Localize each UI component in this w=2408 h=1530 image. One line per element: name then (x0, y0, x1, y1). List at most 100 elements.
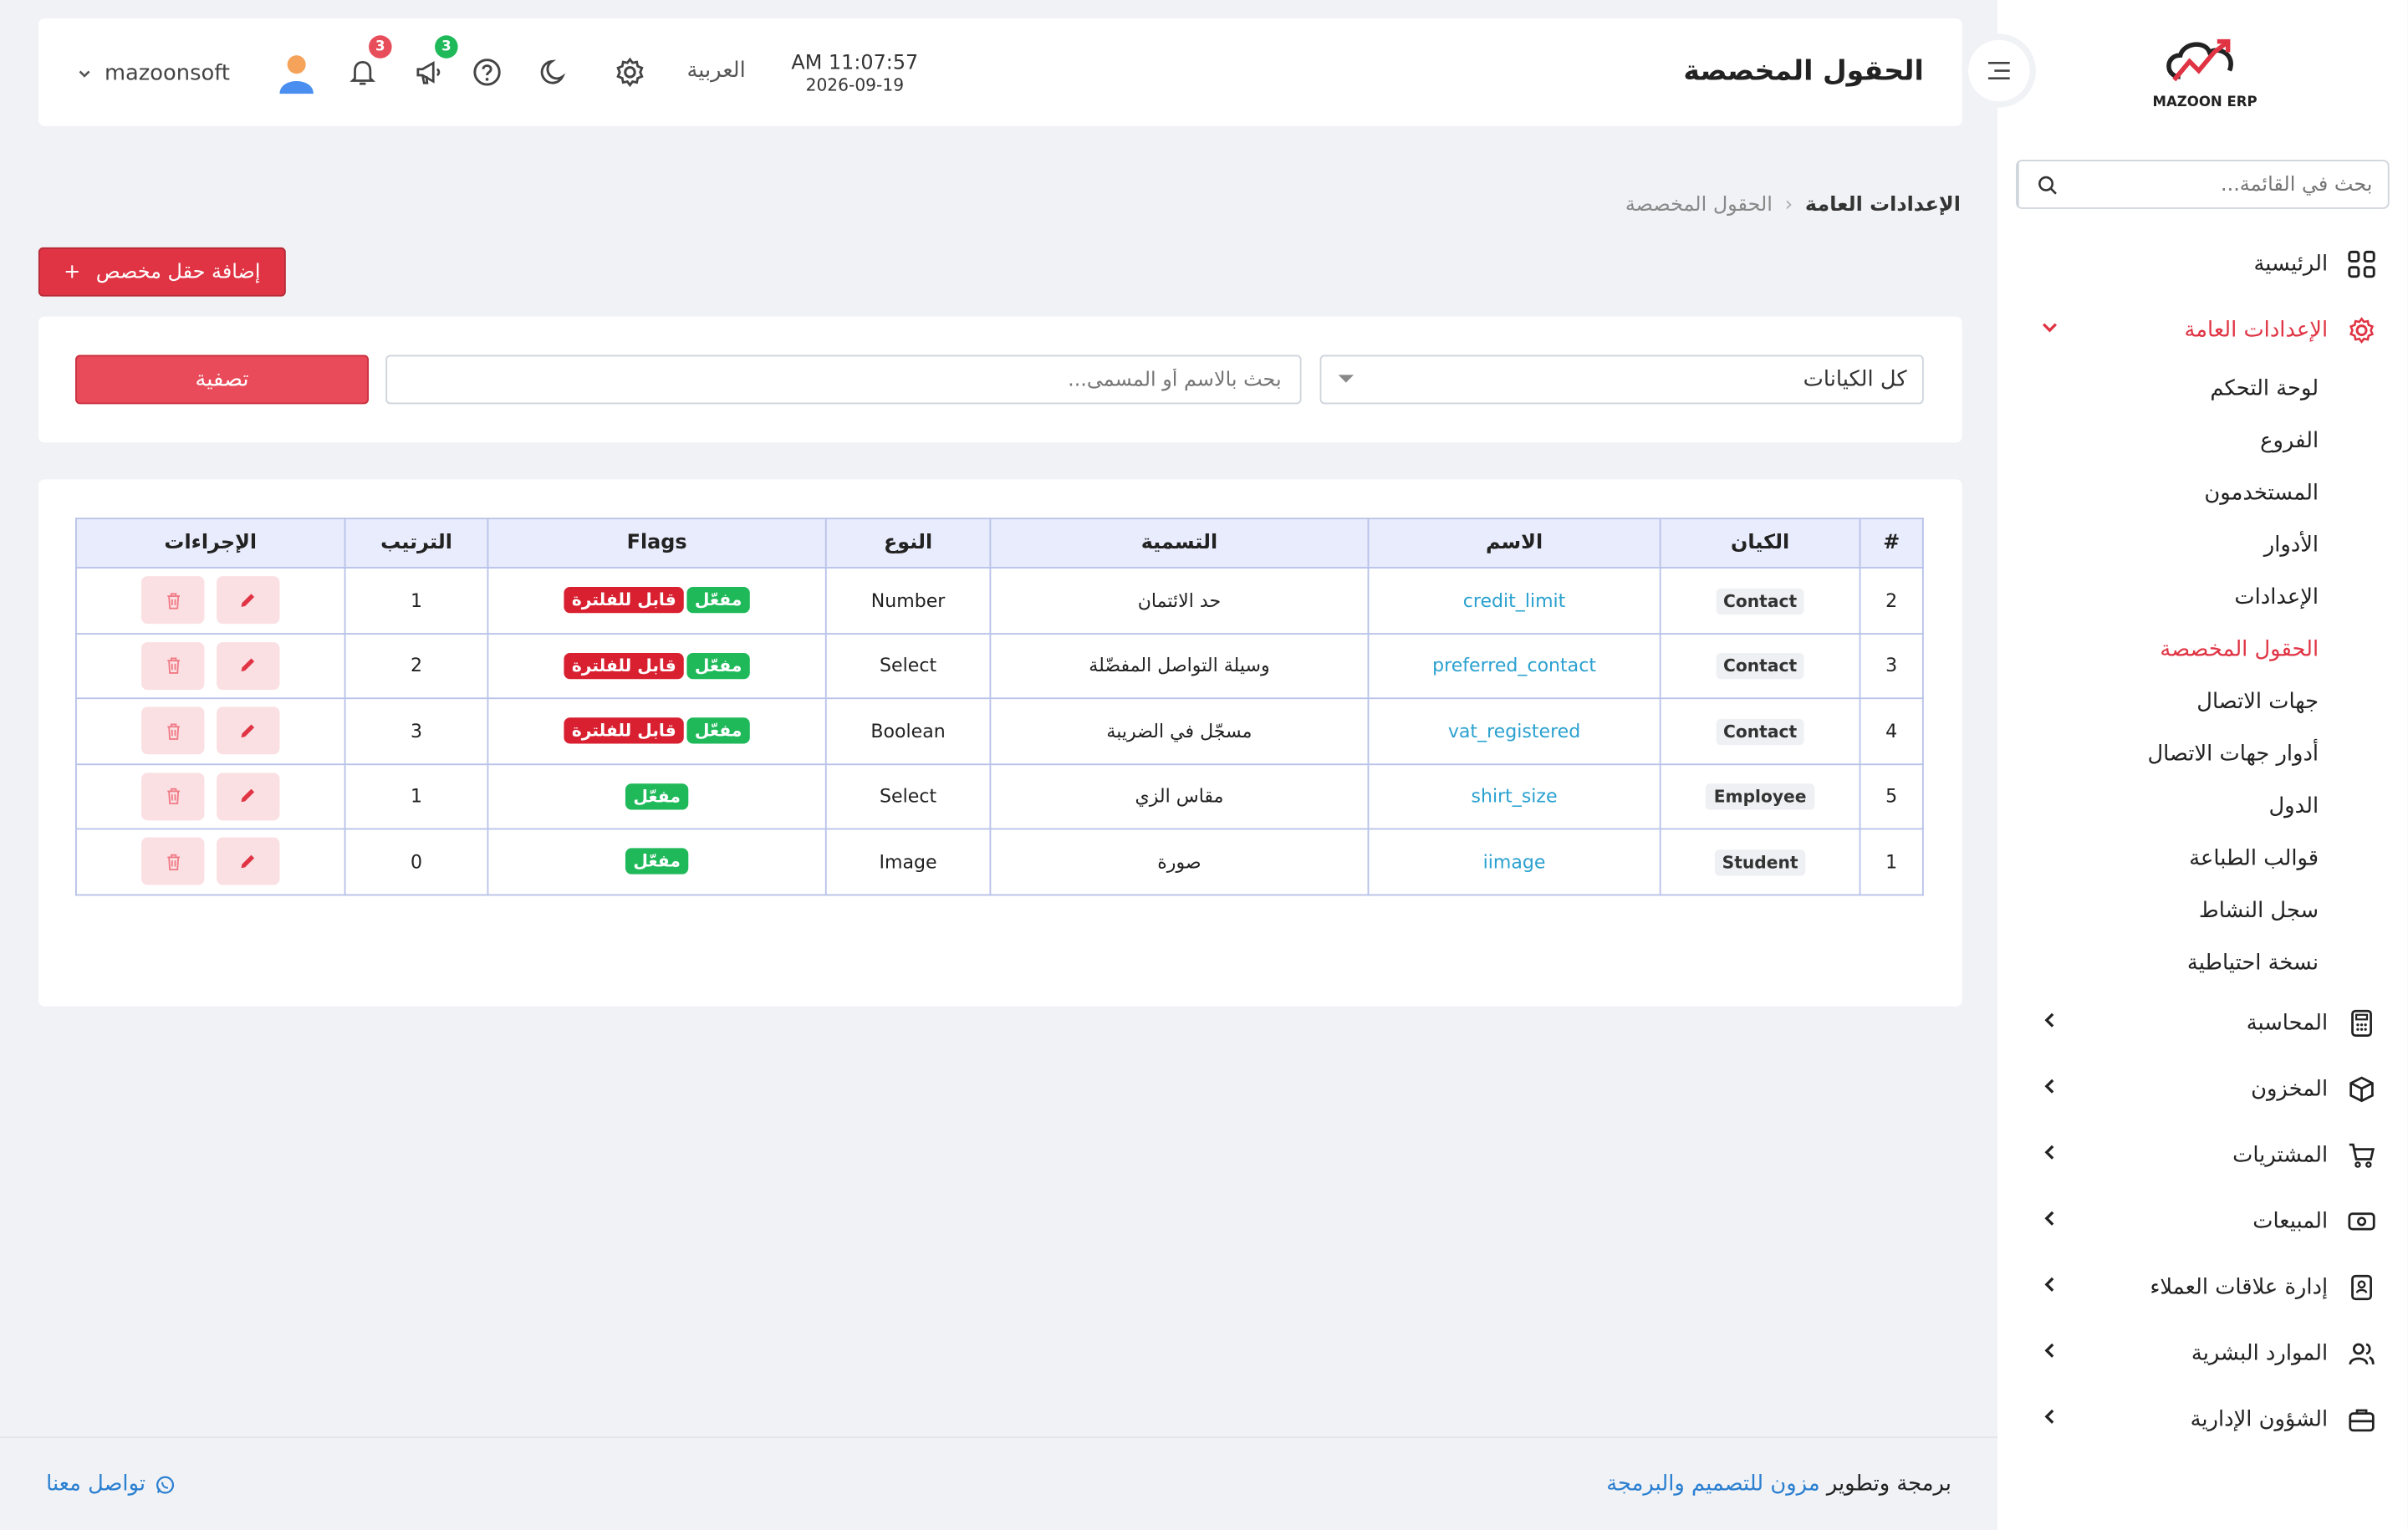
cash-icon (2346, 1206, 2377, 1237)
cell-type: Image (824, 828, 992, 895)
sidebar-item-inventory[interactable]: المخزون (1997, 1055, 2408, 1121)
help-button[interactable] (470, 55, 503, 89)
flag-filterable-badge: قابل للفلترة (564, 652, 684, 679)
cell-label: وسيلة التواصل المفضّلة (989, 632, 1370, 700)
whatsapp-icon (156, 1475, 174, 1493)
entity-badge: Contact (1715, 718, 1805, 745)
language-switch[interactable]: العربية (686, 59, 745, 83)
submenu-item-branches[interactable]: الفروع (1997, 415, 2319, 467)
general-settings-submenu: لوحة التحكم الفروع المستخدمون الأدوار ال… (1997, 363, 2408, 990)
edit-button[interactable] (216, 706, 280, 755)
cell-order: 1 (344, 567, 489, 635)
pencil-icon (242, 789, 255, 803)
cell-type: Select (824, 632, 992, 700)
notifications-button[interactable]: 3 (345, 35, 392, 89)
dark-mode-toggle[interactable] (538, 55, 571, 89)
sidebar-item-admin[interactable]: الشؤون الإدارية (1997, 1386, 2408, 1452)
trash-icon (166, 657, 180, 675)
delete-button[interactable] (141, 838, 205, 885)
chevron-left-icon (2040, 1077, 2059, 1101)
submenu-item-users[interactable]: المستخدمون (1997, 467, 2319, 519)
contact-us-label: تواصل معنا (46, 1471, 146, 1497)
sidebar-item-accounting[interactable]: المحاسبة (1997, 989, 2408, 1055)
cell-label: مسجّل في الضريبة (989, 697, 1370, 765)
clock-date: 2026-09-19 (805, 75, 905, 95)
submenu-item-backup[interactable]: نسخة احتياطية (1997, 937, 2319, 989)
user-menu[interactable]: mazoonsoft (77, 52, 316, 94)
chevron-left-icon (2040, 1011, 2059, 1035)
submenu-item-activity-log[interactable]: سجل النشاط (1997, 885, 2319, 937)
table-row: 5 Employee shirt_size مقاس الزي Select م… (75, 762, 1924, 830)
announcements-button[interactable]: 3 (412, 35, 458, 89)
sidebar-search-input[interactable] (2075, 161, 2388, 208)
submenu-item-contacts[interactable]: جهات الاتصال (1997, 676, 2319, 728)
filter-button[interactable]: تصفية (75, 354, 370, 405)
field-name-link[interactable]: credit_limit (1463, 589, 1566, 611)
edit-button[interactable] (216, 772, 280, 820)
table-row: 4 Contact vat_registered مسجّل في الضريب… (75, 697, 1924, 765)
sidebar-toggle[interactable] (1962, 33, 2036, 108)
contact-us-link[interactable]: تواصل معنا (46, 1472, 175, 1497)
add-custom-field-button[interactable]: إضافة حقل مخصص + (38, 247, 286, 297)
moon-icon (540, 59, 566, 84)
cell-order: 0 (344, 828, 489, 895)
delete-button[interactable] (141, 576, 205, 625)
sidebar-item-purchases[interactable]: المشتريات (1997, 1122, 2408, 1188)
chevron-left-icon (2040, 1275, 2059, 1299)
flag-enabled-badge: مفعّل (625, 848, 689, 875)
sidebar-item-general-settings[interactable]: الإعدادات العامة (1997, 297, 2408, 363)
plus-icon: + (64, 260, 81, 284)
submenu-item-roles[interactable]: الأدوار (1997, 519, 2319, 571)
entity-select-value: كل الكيانات (1803, 367, 1907, 392)
brand-name: MAZOON ERP (2152, 94, 2258, 111)
sidebar-item-crm[interactable]: إدارة علاقات العملاء (1997, 1254, 2408, 1320)
entity-select[interactable]: كل الكيانات (1319, 354, 1924, 405)
submenu-item-settings[interactable]: الإعدادات (1997, 572, 2319, 624)
search-input[interactable] (385, 354, 1302, 405)
clock-time: AM 11:07:57 (791, 52, 919, 76)
sidebar-item-label: الموارد البشرية (2191, 1340, 2329, 1365)
edit-button[interactable] (216, 641, 280, 690)
sidebar-item-hr[interactable]: الموارد البشرية (1997, 1320, 2408, 1386)
settings-button[interactable] (613, 55, 646, 89)
custom-fields-table: # الكيان الاسم التسمية النوع Flags الترت… (75, 518, 1924, 895)
search-button[interactable] (2017, 161, 2076, 208)
sidebar-item-home[interactable]: الرئيسية (1997, 231, 2408, 297)
cell-id: 4 (1859, 697, 1924, 765)
company-link[interactable]: مزون للتصميم والبرمجة (1606, 1472, 1819, 1497)
page-title: الحقول المخصصة (1683, 55, 1924, 88)
entity-badge: Employee (1706, 783, 1814, 810)
flag-enabled-badge: مفعّل (686, 717, 750, 744)
submenu-item-print-templates[interactable]: قوالب الطباعة (1997, 833, 2319, 885)
table-row: 3 Contact preferred_contact وسيلة التواص… (75, 632, 1924, 700)
submenu-item-contact-roles[interactable]: أدوار جهات الاتصال (1997, 728, 2319, 780)
delete-button[interactable] (141, 772, 205, 820)
cell-id: 3 (1859, 632, 1924, 700)
delete-button[interactable] (141, 706, 205, 755)
users-icon (2346, 1338, 2377, 1369)
field-name-link[interactable]: preferred_contact (1432, 655, 1596, 676)
mazoon-logo[interactable]: MAZOON ERP (2144, 33, 2267, 114)
briefcase-icon (2346, 1404, 2377, 1435)
submenu-item-countries[interactable]: الدول (1997, 781, 2319, 833)
submenu-item-custom-fields[interactable]: الحقول المخصصة (1997, 624, 2319, 676)
breadcrumb-parent[interactable]: الإعدادات العامة (1805, 194, 1961, 217)
box-icon (2346, 1074, 2377, 1104)
sidebar-item-sales[interactable]: المبيعات (1997, 1188, 2408, 1254)
custom-fields-table-panel: # الكيان الاسم التسمية النوع Flags الترت… (38, 479, 1962, 1007)
edit-button[interactable] (216, 576, 280, 625)
field-name-link[interactable]: shirt_size (1471, 786, 1557, 808)
field-name-link[interactable]: vat_registered (1448, 720, 1580, 742)
sidebar-item-label: المبيعات (2252, 1208, 2329, 1233)
username: mazoonsoft (104, 61, 230, 86)
delete-button[interactable] (141, 641, 205, 690)
help-icon (473, 59, 501, 86)
flag-filterable-badge: قابل للفلترة (564, 717, 684, 744)
edit-button[interactable] (216, 838, 280, 885)
submenu-item-dashboard[interactable]: لوحة التحكم (1997, 363, 2319, 415)
table-row: 1 Student iimage صورة Image مفعّل 0 (75, 828, 1924, 895)
field-name-link[interactable]: iimage (1483, 851, 1546, 873)
filter-panel: تصفية كل الكيانات (38, 316, 1962, 443)
footer: برمجة وتطوير مزون للتصميم والبرمجة تواصل… (0, 1436, 1998, 1530)
notifications-badge: 3 (369, 35, 392, 59)
